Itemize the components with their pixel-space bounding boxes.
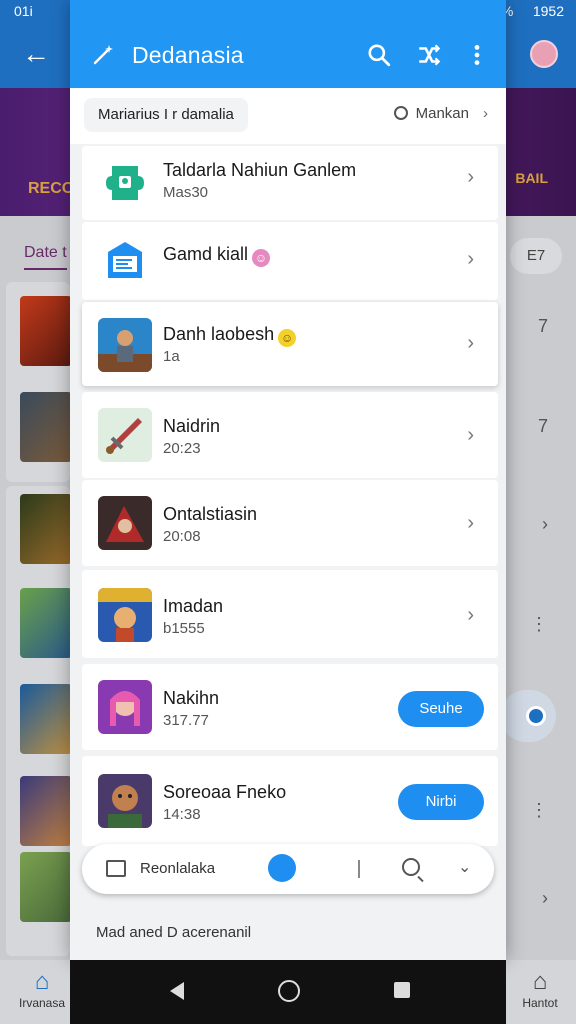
- item-subtitle: Mas30: [163, 184, 209, 201]
- filter-search[interactable]: Mankan ›: [393, 104, 488, 122]
- record-button[interactable]: [268, 854, 296, 882]
- filter-search-label: Mankan: [415, 105, 469, 122]
- bg-game-thumb[interactable]: [20, 494, 72, 564]
- chevron-right-icon: ›: [467, 166, 474, 188]
- search-icon[interactable]: [402, 858, 420, 876]
- chevron-right-icon: ›: [467, 512, 474, 534]
- more-icon[interactable]: ⋮: [530, 800, 548, 821]
- home-icon: ⌂: [34, 968, 50, 995]
- list-item[interactable]: Imadan b1555 ›: [82, 570, 498, 658]
- item-action-button[interactable]: Seuhe: [398, 691, 484, 727]
- bg-banner-text-right: BAIL: [515, 170, 548, 186]
- item-subtitle: b1555: [163, 620, 205, 637]
- bg-game-thumb[interactable]: [20, 588, 72, 658]
- green-puzzle-icon: [98, 156, 152, 210]
- blue-ticket-icon: [98, 234, 152, 288]
- item-subtitle: 20:08: [163, 528, 201, 545]
- game-sword-icon: [98, 408, 152, 462]
- more-vert-icon[interactable]: [464, 42, 490, 68]
- list-item[interactable]: Soreoaa Fneko 14:38 Nirbi: [82, 756, 498, 846]
- list-item[interactable]: Nakihn 317.77 Seuhe: [82, 664, 498, 750]
- item-title: Danh laobesh ☺: [163, 324, 297, 347]
- nav-recents-icon[interactable]: [394, 982, 410, 998]
- chevron-right-icon: ›: [467, 604, 474, 626]
- app-panel: Dedanasia Mariarius I r damalia Mankan ›: [70, 0, 506, 960]
- filter-chip[interactable]: Mariarius I r damalia: [84, 98, 248, 132]
- system-nav-bar: [70, 960, 506, 1024]
- more-icon[interactable]: ⋮: [530, 614, 548, 635]
- bg-nav-right[interactable]: ⌂ Hantot: [512, 968, 568, 1010]
- item-title: Taldarla Nahiun Ganlem: [163, 160, 357, 180]
- footer-text: Mad aned D acerenanil: [96, 924, 252, 941]
- search-icon[interactable]: [366, 42, 392, 68]
- bg-chip[interactable]: E7: [510, 238, 562, 274]
- bg-game-thumb[interactable]: [20, 296, 72, 366]
- shuffle-icon[interactable]: [416, 42, 442, 68]
- list-item[interactable]: Danh laobesh ☺ 1a ›: [82, 302, 498, 386]
- clock: 1952: [532, 3, 564, 19]
- bg-tab-date[interactable]: Date t: [24, 244, 67, 270]
- bg-game-thumb[interactable]: [20, 776, 72, 846]
- bg-game-thumb[interactable]: [20, 392, 72, 462]
- chevron-down-icon[interactable]: ⌄: [458, 857, 471, 877]
- nav-back-icon[interactable]: [170, 982, 184, 1000]
- nav-home-icon[interactable]: [278, 980, 300, 1002]
- item-title: Nakihn: [163, 688, 220, 708]
- divider: [358, 860, 360, 878]
- bg-nav-home-label: Irvanasa: [18, 996, 66, 1010]
- list-item[interactable]: Naidrin 20:23 ›: [82, 392, 498, 478]
- bg-game-thumb[interactable]: [20, 684, 72, 754]
- back-arrow-icon[interactable]: ←: [22, 40, 50, 68]
- item-subtitle: 20:23: [163, 440, 201, 457]
- chevron-right-icon: ›: [467, 332, 474, 354]
- item-subtitle: 317.77: [163, 712, 209, 729]
- item-title: Naidrin: [163, 416, 221, 436]
- item-title: Soreoaa Fneko: [163, 782, 287, 802]
- pink-smile-icon: ☺: [252, 249, 271, 267]
- item-subtitle: 1a: [163, 348, 180, 365]
- bg-row-icon[interactable]: ›: [542, 514, 548, 535]
- game-hero-icon: [98, 588, 152, 642]
- item-title: Gamd kiall ☺: [163, 244, 271, 267]
- yellow-smile-icon: ☺: [278, 329, 297, 347]
- bottom-toolbar: Reonlalaka ⌄: [82, 844, 494, 894]
- item-title: Ontalstiasin: [163, 504, 258, 524]
- bg-game-thumb[interactable]: [20, 852, 72, 922]
- bg-row-icon[interactable]: 7: [538, 316, 548, 337]
- item-title-text: Gamd kiall: [163, 244, 249, 264]
- bg-nav-right-label: Hantot: [522, 996, 558, 1010]
- list-item[interactable]: Gamd kiall ☺ ›: [82, 222, 498, 300]
- app-bar: Dedanasia: [70, 0, 506, 88]
- item-subtitle: 14:38: [163, 806, 201, 823]
- bg-toggle-knob: [526, 706, 546, 726]
- game-ogre-icon: [98, 774, 152, 828]
- chevron-right-icon: ›: [467, 248, 474, 270]
- home-outline-icon: ⌂: [532, 968, 548, 995]
- bg-nav-home[interactable]: ⌂ Irvanasa: [14, 968, 70, 1010]
- bg-row-icon[interactable]: ›: [542, 888, 548, 909]
- item-title-text: Danh laobesh: [163, 324, 275, 344]
- item-title: Imadan: [163, 596, 224, 616]
- chevron-right-icon: ›: [467, 424, 474, 446]
- game-battle-icon: [98, 496, 152, 550]
- status-left: 01i: [14, 3, 33, 19]
- magic-wand-icon[interactable]: [92, 42, 116, 66]
- avatar[interactable]: [530, 40, 558, 68]
- toolbar-label[interactable]: Reonlalaka: [140, 860, 215, 877]
- folder-icon[interactable]: [106, 860, 126, 877]
- filter-row: Mariarius I r damalia Mankan ›: [70, 88, 506, 144]
- game-warrior-icon: [98, 318, 152, 372]
- list-item[interactable]: Ontalstiasin 20:08 ›: [82, 480, 498, 566]
- page-title: Dedanasia: [132, 42, 244, 68]
- list-item[interactable]: Taldarla Nahiun Ganlem Mas30 ›: [82, 146, 498, 220]
- bg-banner-text-left: RECO: [28, 180, 75, 197]
- bg-row-icon[interactable]: 7: [538, 416, 548, 437]
- chevron-right-icon: ›: [483, 105, 488, 122]
- game-princess-icon: [98, 680, 152, 734]
- search-icon: [393, 106, 408, 120]
- item-action-button[interactable]: Nirbi: [398, 784, 484, 820]
